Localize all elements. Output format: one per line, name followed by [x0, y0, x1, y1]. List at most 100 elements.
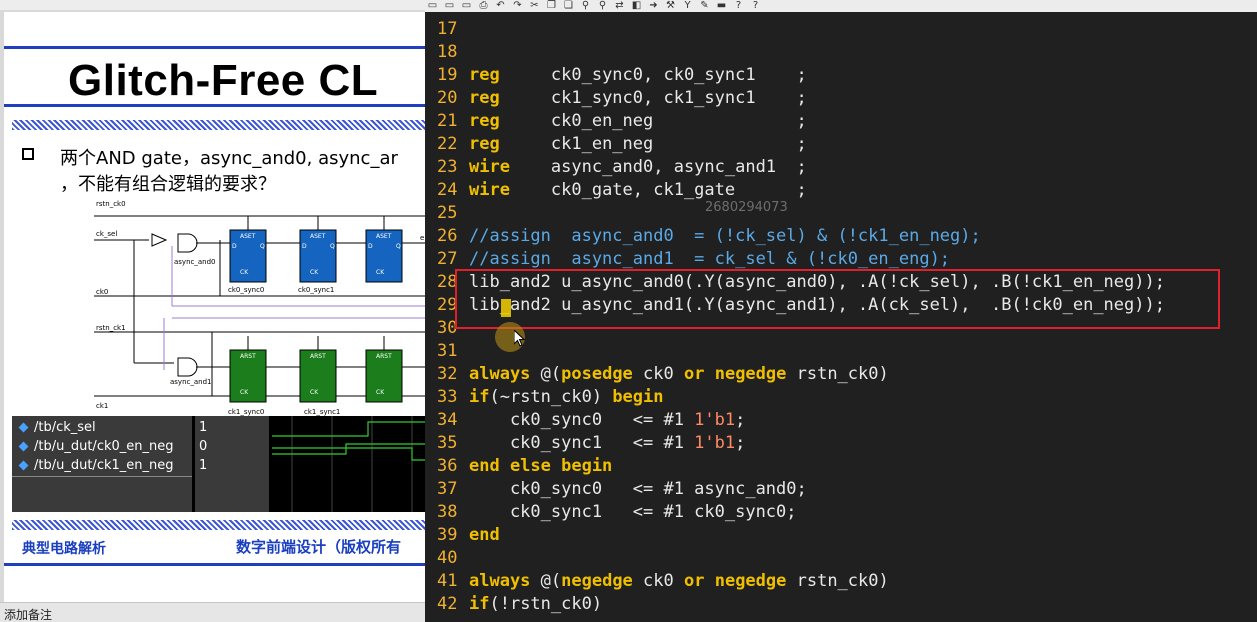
code-token: rstn_ck0) — [786, 571, 889, 591]
code-text: if(~rstn_ck0) begin — [469, 386, 664, 409]
add-notes-label[interactable]: 添加备注 — [4, 606, 52, 622]
keyword-token: or — [683, 364, 705, 384]
code-line[interactable]: 18 — [425, 41, 1257, 64]
highlight-icon[interactable]: ▬ — [716, 0, 727, 11]
code-token: ck0 — [632, 571, 684, 591]
flop-q-label: Q — [396, 243, 401, 250]
label-ck0: ck0 — [96, 288, 108, 296]
code-line[interactable]: 33 if(~rstn_ck0) begin — [425, 386, 1257, 409]
code-line[interactable]: 37 ck0_sync0 <= #1 async_and0; — [425, 478, 1257, 501]
wave-list-divider — [12, 476, 192, 477]
code-line[interactable]: 34 ck0_sync0 <= #1 1'b1; — [425, 409, 1257, 432]
label-rstn-ck0: rstn_ck0 — [96, 200, 126, 208]
save-icon[interactable]: ▭ — [427, 0, 438, 11]
flop-ck-label: CK — [240, 269, 249, 276]
notes-bar[interactable]: 添加备注 — [0, 602, 425, 622]
line-number: 31 — [437, 341, 458, 361]
cut-icon[interactable]: ✂ — [529, 0, 540, 11]
help-icon[interactable]: ? — [733, 0, 744, 11]
code-line[interactable]: 23 wire async_and0, async_and1 ; — [425, 156, 1257, 179]
title-rule-bottom — [4, 104, 425, 107]
code-token: async_and0, async_and1 ; — [509, 157, 807, 177]
code-line[interactable]: 39 end — [425, 524, 1257, 547]
code-line[interactable]: 42 if(!rstn_ck0) — [425, 593, 1257, 616]
bookmark-icon[interactable]: ◧ — [631, 0, 642, 11]
code-line[interactable]: 17 — [425, 18, 1257, 41]
code-line[interactable]: 20 reg ck1_sync0, ck1_sync1 ; — [425, 87, 1257, 110]
copy-icon[interactable]: ❐ — [546, 0, 557, 11]
code-line[interactable]: 26 //assign async_and0 = (!ck_sel) & (!ck… — [425, 225, 1257, 248]
label-ck-sel: ck_sel — [96, 230, 117, 238]
keyword-token: begin — [612, 387, 664, 407]
code-line[interactable]: 40 — [425, 547, 1257, 570]
line-number: 38 — [437, 502, 458, 522]
glitch-free-mux-schematic: rstn_ck0 ck_sel ck0 rstn_ck1 ck1 async_a… — [94, 200, 425, 416]
flop-aset-label: ASET — [240, 233, 256, 240]
goto-icon[interactable]: ➜ — [648, 0, 659, 11]
save-as-icon[interactable]: ▭ — [444, 0, 455, 11]
keyword-token: always — [469, 571, 531, 591]
code-editor[interactable]: ▭ ▭ ▭ ⎙ ↶ ↷ ✂ ❐ ❏ ⚲ ⚲ ⇄ ◧ ➜ ⚒ Y ✎ ▬?? 2680294073 17 18 19 re… — [425, 0, 1257, 622]
keyword-token: negedge — [714, 364, 787, 384]
code-line[interactable]: 25 — [425, 202, 1257, 225]
wave-value-column: 1 0 1 — [195, 416, 269, 512]
keyword-token: negedge — [561, 571, 633, 591]
code-token: (!rstn_ck0) — [489, 594, 603, 614]
code-line[interactable]: 35 ck0_sync1 <= #1 1'b1; — [425, 432, 1257, 455]
code-line[interactable]: 38 ck0_sync1 <= #1 ck0_sync0; — [425, 501, 1257, 524]
line-number: 20 — [437, 88, 458, 108]
code-line[interactable]: 24 wire ck0_gate, ck1_gate ; — [425, 179, 1257, 202]
line-number: 41 — [437, 571, 458, 591]
label-ck1-sync1: ck1_sync1 — [304, 408, 340, 416]
pointer-help-icon[interactable]: ? — [750, 0, 761, 11]
code-text: ck0_sync0 <= #1 1'b1; — [469, 409, 745, 432]
print-icon[interactable]: ⎙ — [478, 0, 489, 11]
code-text: wire async_and0, async_and1 ; — [469, 156, 807, 179]
waveform-viewer[interactable]: /tb/ck_sel /tb/u_dut/ck0_en_neg /tb/u_du… — [12, 416, 425, 512]
keyword-token: negedge — [714, 571, 787, 591]
code-line[interactable]: 27 //assign async_and1 = ck_sel & (!ck0_e… — [425, 248, 1257, 271]
wave-signal-row[interactable]: /tb/ck_sel — [12, 420, 96, 438]
flop-d-label: D — [232, 243, 237, 250]
label-async-and0: async_and0 — [174, 258, 216, 266]
code-text: reg ck1_sync0, ck1_sync1 ; — [469, 87, 807, 110]
code-line[interactable]: 31 — [425, 340, 1257, 363]
code-line[interactable]: 19 reg ck0_sync0, ck0_sync1 ; — [425, 64, 1257, 87]
paste-icon[interactable]: ❏ — [563, 0, 574, 11]
find-next-icon[interactable]: ⚲ — [597, 0, 608, 11]
label-ck1: ck1 — [96, 402, 108, 410]
comment-token: //assign async_and1 = ck_sel & (!ck0_en_… — [469, 249, 951, 269]
tool-icon[interactable]: ⚒ — [665, 0, 676, 11]
flop-ck-label: CK — [376, 389, 385, 396]
line-number: 24 — [437, 180, 458, 200]
undo-icon[interactable]: ↶ — [495, 0, 506, 11]
find-icon[interactable]: ⚲ — [580, 0, 591, 11]
redo-icon[interactable]: ↷ — [512, 0, 523, 11]
save-all-icon[interactable]: ▭ — [461, 0, 472, 11]
code-line[interactable]: 41 always @(negedge ck0 or negedge rstn_c… — [425, 570, 1257, 593]
code-text: if(!rstn_ck0) — [469, 593, 602, 616]
slide-canvas[interactable]: Glitch-Free CL 两个AND gate，async_and0, as… — [4, 12, 425, 602]
code-text: ck0_sync0 <= #1 async_and0; — [469, 478, 807, 501]
code-text: ck0_sync1 <= #1 1'b1; — [469, 432, 745, 455]
line-number: 19 — [437, 65, 458, 85]
editor-toolbar: ▭ ▭ ▭ ⎙ ↶ ↷ ✂ ❐ ❏ ⚲ ⚲ ⇄ ◧ ➜ ⚒ Y ✎ ▬?? — [425, 0, 1257, 12]
wave-signal-list[interactable]: /tb/ck_sel /tb/u_dut/ck0_en_neg /tb/u_du… — [12, 416, 192, 512]
code-line[interactable]: 32 always @(posedge ck0 or negedge rstn_c… — [425, 363, 1257, 386]
code-line[interactable]: 36 end else begin — [425, 455, 1257, 478]
wave-signal-row[interactable]: /tb/u_dut/ck0_en_neg — [12, 439, 174, 457]
replace-icon[interactable]: ⇄ — [614, 0, 625, 11]
line-number: 21 — [437, 111, 458, 131]
highlight-box — [455, 269, 1220, 329]
code-token: ck0_gate, ck1_gate ; — [509, 180, 807, 200]
slide-viewer[interactable]: Glitch-Free CL 两个AND gate，async_and0, as… — [0, 0, 425, 622]
wave-signal-row[interactable]: /tb/u_dut/ck1_en_neg — [12, 458, 174, 476]
code-token: ; — [735, 410, 746, 430]
filter-icon[interactable]: Y — [682, 0, 693, 11]
flop-arst-label: ARST — [376, 353, 392, 360]
wave-plot[interactable] — [272, 416, 425, 512]
code-line[interactable]: 21 reg ck0_en_neg ; — [425, 110, 1257, 133]
code-line[interactable]: 22 reg ck1_en_neg ; — [425, 133, 1257, 156]
brush-icon[interactable]: ✎ — [699, 0, 710, 11]
